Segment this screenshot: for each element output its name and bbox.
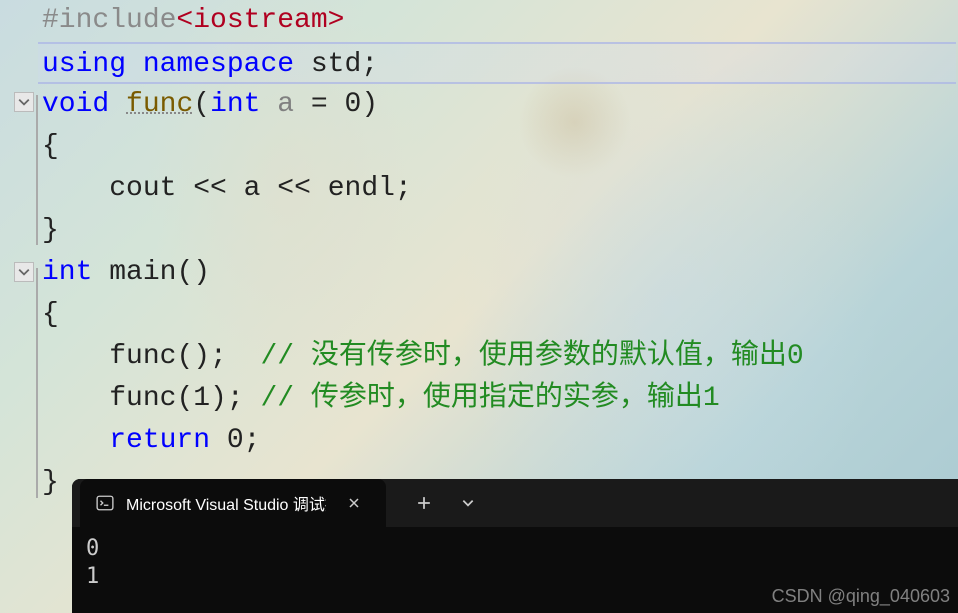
close-icon[interactable] [336,485,372,521]
punct-token: ) [361,89,378,120]
indent [42,425,109,456]
function-call: func [109,383,176,414]
code-line[interactable]: void func(int a = 0) [38,84,958,126]
code-line[interactable]: cout << a << endl; [38,168,958,210]
code-line[interactable]: { [38,126,958,168]
new-tab-button[interactable] [406,485,442,521]
punct-token: (); [176,341,226,372]
comment-token: // 传参时，使用指定的实参，输出1 [260,383,719,414]
tab-dropdown-button[interactable] [450,485,486,521]
type-token: int [210,89,260,120]
code-line[interactable]: } [38,210,958,252]
indent [42,383,109,414]
output-line: 0 [86,535,944,563]
keyword-token: void [42,89,109,120]
indent [42,341,109,372]
terminal-tab-label: Microsoft Visual Studio 调试控 [126,491,326,515]
terminal-tabbar: Microsoft Visual Studio 调试控 [72,479,958,527]
function-name: func [126,89,193,120]
code-line[interactable]: int main() [38,252,958,294]
punct-token: ; [361,49,378,80]
preprocessor-token: #include [42,5,176,36]
code-editor[interactable]: #include<iostream> using namespace std; … [0,0,958,500]
function-call: func [109,341,176,372]
terminal-tab[interactable]: Microsoft Visual Studio 调试控 [80,479,386,527]
punct-token: = [311,89,328,120]
operator-token: << [193,173,227,204]
code-line[interactable]: return 0; [38,420,958,462]
comment-token: // 没有传参时，使用参数的默认值，输出0 [260,341,803,372]
whitespace [244,383,261,414]
brace-token: { [42,131,59,162]
keyword-token: namespace [143,49,294,80]
whitespace [227,341,261,372]
keyword-token: using [42,49,126,80]
identifier-token: a [244,173,261,204]
punct-token: ; [244,425,261,456]
number-token: 0 [227,425,244,456]
number-token: 0 [345,89,362,120]
punct-token: ; [395,173,412,204]
code-line-highlighted[interactable]: using namespace std; [38,42,956,84]
brace-token: { [42,299,59,330]
indent [42,173,109,204]
terminal-icon [94,492,116,514]
code-line[interactable]: { [38,294,958,336]
param-token: a [277,89,294,120]
identifier-token: endl [328,173,395,204]
type-token: int [42,257,92,288]
code-line[interactable]: func(); // 没有传参时，使用参数的默认值，输出0 [38,336,958,378]
brace-token: } [42,467,59,498]
code-area[interactable]: #include<iostream> using namespace std; … [38,0,958,500]
brace-token: } [42,215,59,246]
editor-gutter [0,0,38,500]
code-line[interactable]: func(1); // 传参时，使用指定的实参，输出1 [38,378,958,420]
function-name: main [109,257,176,288]
punct-token: ( [193,89,210,120]
identifier-token: cout [109,173,176,204]
punct-token: (1); [176,383,243,414]
fold-toggle-func[interactable] [14,92,34,112]
include-header: <iostream> [176,5,344,36]
keyword-token: return [109,425,210,456]
punct-token: () [176,257,210,288]
operator-token: << [277,173,311,204]
watermark-text: CSDN @qing_040603 [772,586,950,607]
fold-toggle-main[interactable] [14,262,34,282]
identifier-token: std [311,49,361,80]
code-line[interactable]: #include<iostream> [38,0,958,42]
